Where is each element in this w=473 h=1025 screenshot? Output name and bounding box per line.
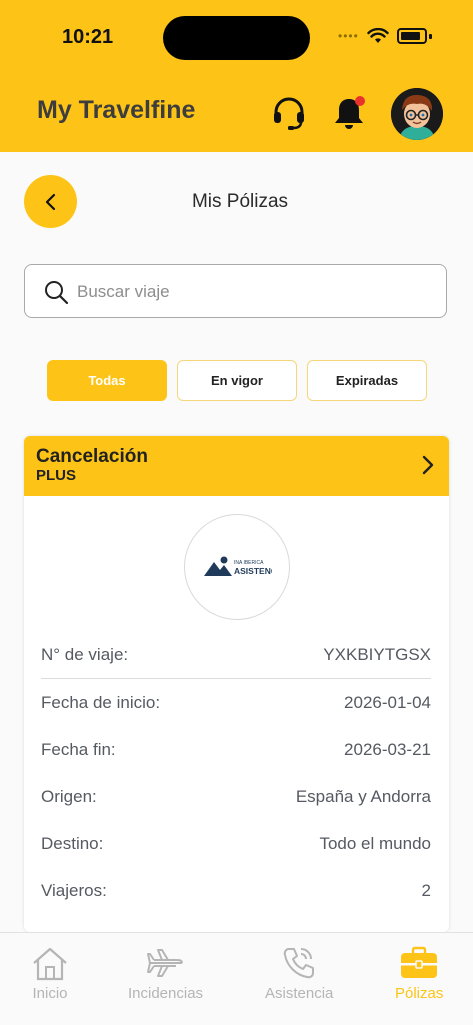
detail-row-end-date: Fecha fin: 2026-03-21 — [41, 726, 431, 773]
tab-incidencias[interactable]: Incidencias — [128, 945, 203, 1002]
avatar-image — [391, 88, 443, 140]
support-button[interactable] — [270, 94, 308, 132]
app-header: 10:21 •••• My Travelfine — [0, 0, 473, 152]
tab-label: Inicio — [32, 985, 68, 1002]
detail-label: N° de viaje: — [41, 644, 129, 664]
home-icon — [33, 947, 67, 981]
chevron-right-icon — [422, 455, 434, 475]
filter-tabs: Todas En vigor Expiradas — [47, 360, 427, 401]
tab-asistencia[interactable]: Asistencia — [265, 945, 333, 1002]
notification-dot — [355, 96, 365, 106]
detail-row-trip-number: N° de viaje: YXKBIYTGSX — [41, 631, 431, 679]
detail-label: Fecha fin: — [41, 739, 116, 759]
phone-call-icon — [283, 948, 315, 979]
detail-row-destination: Destino: Todo el mundo — [41, 820, 431, 867]
avatar[interactable] — [391, 88, 443, 140]
detail-value: 2 — [421, 880, 431, 900]
policy-title: Cancelación — [36, 446, 148, 467]
battery-icon — [396, 28, 427, 44]
app-title: My Travelfine — [37, 96, 196, 124]
search-box[interactable] — [24, 264, 447, 318]
policy-card[interactable]: Cancelación PLUS INA IBERICA ASISTENCIA … — [24, 436, 449, 932]
tab-polizas[interactable]: Pólizas — [395, 945, 443, 1002]
filter-en-vigor[interactable]: En vigor — [177, 360, 297, 401]
detail-value: 2026-03-21 — [344, 739, 431, 759]
insurer-logo-mark: INA IBERICA ASISTENCIA — [204, 556, 272, 576]
notifications-button[interactable] — [332, 94, 368, 132]
status-time: 10:21 — [62, 26, 114, 48]
dynamic-island — [163, 16, 310, 60]
headset-icon — [274, 97, 304, 130]
detail-label: Destino: — [41, 833, 104, 853]
tab-label: Pólizas — [395, 985, 444, 1002]
tab-inicio[interactable]: Inicio — [30, 945, 70, 1002]
insurer-logo: INA IBERICA ASISTENCIA — [184, 514, 290, 620]
signal-icon: •••• — [338, 29, 359, 43]
status-icons: •••• — [338, 28, 432, 44]
tab-label: Incidencias — [128, 985, 204, 1002]
policy-card-header[interactable]: Cancelación PLUS — [24, 436, 449, 496]
detail-label: Origen: — [41, 786, 97, 806]
svg-text:ASISTENCIA: ASISTENCIA — [234, 566, 272, 576]
page-title: Mis Pólizas — [191, 191, 289, 212]
policy-subtitle: PLUS — [36, 467, 77, 484]
page-header: Mis Pólizas — [0, 175, 473, 229]
detail-value: Todo el mundo — [319, 833, 431, 853]
policy-details: N° de viaje: YXKBIYTGSX Fecha de inicio:… — [41, 631, 431, 914]
search-icon — [45, 281, 69, 305]
wifi-icon — [367, 28, 389, 43]
detail-row-start-date: Fecha de inicio: 2026-01-04 — [41, 679, 431, 726]
detail-value: YXKBIYTGSX — [323, 644, 431, 664]
bottom-tab-bar: Inicio Incidencias Asistencia Pólizas — [0, 932, 473, 1025]
filter-todas[interactable]: Todas — [47, 360, 167, 401]
briefcase-icon — [401, 946, 438, 978]
detail-value: España y Andorra — [295, 786, 431, 806]
detail-row-origin: Origen: España y Andorra — [41, 773, 431, 820]
tab-label: Asistencia — [265, 985, 334, 1002]
airplane-icon — [146, 949, 183, 977]
detail-row-travelers: Viajeros: 2 — [41, 867, 431, 914]
detail-label: Fecha de inicio: — [41, 692, 161, 712]
bell-icon — [335, 96, 365, 129]
detail-value: 2026-01-04 — [344, 692, 431, 712]
detail-label: Viajeros: — [41, 880, 107, 900]
filter-expiradas[interactable]: Expiradas — [307, 360, 427, 401]
search-input[interactable] — [75, 276, 419, 308]
